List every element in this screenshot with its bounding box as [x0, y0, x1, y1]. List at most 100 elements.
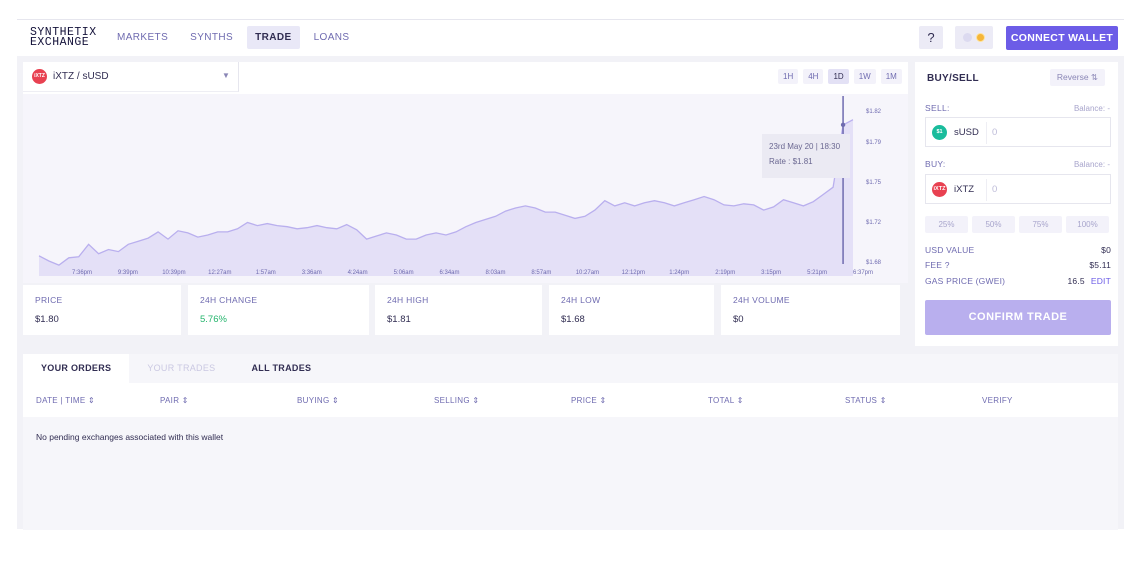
chart-cursor-dot — [840, 122, 846, 128]
synthetix-logo[interactable]: SYNTHETIX EXCHANGE — [30, 27, 97, 49]
x-tick-label: 1:24pm — [669, 270, 689, 276]
moon-icon — [963, 33, 972, 42]
period-4h-button[interactable]: 4H — [803, 69, 824, 84]
x-tick-label: 3:15pm — [761, 270, 781, 276]
stat-card-24h-low: 24H LOW $1.68 — [549, 285, 714, 335]
logo-line-2: EXCHANGE — [30, 36, 90, 49]
stat-card-24h-volume: 24H VOLUME $0 — [721, 285, 900, 335]
price-chart[interactable]: 7:36pm 9:39pm 10:39pm 12:27am 1:57am 3:36am 4:… — [23, 94, 908, 284]
stat-label-24h-volume: 24H VOLUME — [733, 295, 790, 305]
main-nav: MARKETS SYNTHS TRADE LOANS — [109, 26, 357, 49]
x-tick-label: 9:39pm — [118, 270, 138, 276]
x-tick-label: 5:21pm — [807, 270, 827, 276]
pct-25-button[interactable]: 25% — [925, 216, 968, 233]
orders-table-header: DATE | TIME ⇕ PAIR ⇕ BUYING ⇕ SELLING ⇕ … — [23, 383, 1118, 417]
orders-panel: YOUR ORDERS YOUR TRADES ALL TRADES DATE … — [23, 354, 1118, 530]
col-date-time[interactable]: DATE | TIME ⇕ — [36, 396, 95, 405]
orders-tabs: YOUR ORDERS YOUR TRADES ALL TRADES — [23, 354, 1118, 383]
pct-75-button[interactable]: 75% — [1019, 216, 1062, 233]
period-1w-button[interactable]: 1W — [853, 69, 876, 84]
y-tick-label: $1.68 — [866, 260, 882, 266]
x-tick-label: 1:57am — [256, 270, 276, 276]
x-tick-label: 4:24am — [348, 270, 368, 276]
sell-token-field[interactable]: $1 sUSD 0 — [925, 117, 1111, 147]
pair-label: iXTZ / sUSD — [53, 71, 109, 82]
ixtz-buy-token-icon: iXTZ — [932, 182, 947, 197]
buy-amount-input[interactable]: 0 — [992, 184, 997, 195]
x-tick-label: 10:39pm — [162, 270, 185, 276]
tab-all-trades[interactable]: ALL TRADES — [233, 354, 329, 383]
gas-edit-link[interactable]: EDIT — [1091, 276, 1111, 286]
x-tick-label: 8:03am — [485, 270, 505, 276]
stat-label-24h-change: 24H CHANGE — [200, 295, 258, 305]
col-total[interactable]: TOTAL ⇕ — [708, 396, 744, 405]
connect-wallet-button[interactable]: CONNECT WALLET — [1006, 26, 1118, 50]
buy-token-name[interactable]: iXTZ — [954, 184, 974, 195]
pair-selector[interactable]: iXTZ iXTZ / sUSD ▼ — [23, 62, 239, 92]
stat-value-price: $1.80 — [35, 314, 59, 325]
period-1h-button[interactable]: 1H — [778, 69, 799, 84]
stat-card-24h-change: 24H CHANGE 5.76% — [188, 285, 369, 335]
nav-loans[interactable]: LOANS — [306, 26, 358, 49]
buy-token-field[interactable]: iXTZ iXTZ 0 — [925, 174, 1111, 204]
nav-synths[interactable]: SYNTHS — [182, 26, 241, 49]
buy-label: BUY: — [925, 159, 946, 169]
nav-markets[interactable]: MARKETS — [109, 26, 176, 49]
empty-orders-message: No pending exchanges associated with thi… — [36, 432, 224, 442]
help-button[interactable]: ? — [919, 26, 943, 49]
stat-card-24h-high: 24H HIGH $1.81 — [375, 285, 542, 335]
sell-divider — [986, 122, 987, 144]
stat-label-24h-low: 24H LOW — [561, 295, 601, 305]
x-tick-label: 6:37pm — [853, 270, 873, 276]
tab-your-orders[interactable]: YOUR ORDERS — [23, 354, 130, 383]
price-area-fill — [39, 119, 853, 276]
period-1m-button[interactable]: 1M — [880, 69, 902, 84]
x-tick-label: 10:27am — [576, 270, 599, 276]
percentage-buttons: 25% 50% 75% 100% — [925, 216, 1109, 233]
fee-row: FEE ? $5.11 — [925, 260, 1111, 270]
sell-balance: Balance: - — [1073, 104, 1110, 113]
top-header: SYNTHETIX EXCHANGE MARKETS SYNTHS TRADE … — [17, 20, 1124, 56]
period-1d-button[interactable]: 1D — [828, 69, 849, 84]
reverse-button[interactable]: Reverse ⇅ — [1050, 69, 1105, 86]
x-tick-label: 8:57am — [531, 270, 551, 276]
tooltip-date: 23rd May 20 | 18:30 — [769, 142, 841, 151]
price-chart-svg: 7:36pm 9:39pm 10:39pm 12:27am 1:57am 3:36am 4:… — [38, 96, 882, 276]
sell-amount-input[interactable]: 0 — [992, 127, 997, 138]
tab-your-trades[interactable]: YOUR TRADES — [129, 354, 233, 383]
buy-divider — [986, 179, 987, 201]
stat-label-24h-high: 24H HIGH — [387, 295, 429, 305]
chevron-down-icon: ▼ — [222, 71, 230, 80]
sun-icon — [976, 33, 985, 42]
stat-value-24h-change: 5.76% — [200, 314, 227, 325]
pct-50-button[interactable]: 50% — [972, 216, 1015, 233]
nav-trade[interactable]: TRADE — [247, 26, 300, 49]
y-tick-label: $1.75 — [866, 180, 882, 186]
col-status[interactable]: STATUS ⇕ — [845, 396, 887, 405]
col-selling[interactable]: SELLING ⇕ — [434, 396, 479, 405]
x-tick-label: 3:36am — [302, 270, 322, 276]
sell-label: SELL: — [925, 103, 950, 113]
gas-price-label: GAS PRICE (GWEI) — [925, 276, 1006, 286]
stat-value-24h-high: $1.81 — [387, 314, 411, 325]
stat-label-price: PRICE — [35, 295, 63, 305]
pct-100-button[interactable]: 100% — [1066, 216, 1109, 233]
ixtz-token-icon: iXTZ — [32, 69, 47, 84]
x-tick-label: 5:06am — [394, 270, 414, 276]
x-tick-label: 6:34am — [439, 270, 459, 276]
col-buying[interactable]: BUYING ⇕ — [297, 396, 339, 405]
confirm-trade-button[interactable]: CONFIRM TRADE — [925, 300, 1111, 335]
stats-row: PRICE $1.80 24H CHANGE 5.76% 24H HIGH $1… — [23, 283, 908, 352]
stat-value-24h-low: $1.68 — [561, 314, 585, 325]
fee-label[interactable]: FEE ? — [925, 260, 950, 270]
col-pair[interactable]: PAIR ⇕ — [160, 396, 189, 405]
x-tick-label: 2:19pm — [715, 270, 735, 276]
col-verify: VERIFY — [982, 396, 1013, 405]
gas-price-value: 16.5 — [1067, 276, 1085, 286]
sell-token-name[interactable]: sUSD — [954, 127, 979, 138]
app-root: SYNTHETIX EXCHANGE MARKETS SYNTHS TRADE … — [17, 19, 1124, 530]
buy-sell-title: BUY/SELL — [927, 73, 979, 84]
theme-toggle[interactable] — [955, 26, 993, 49]
x-tick-label: 7:36pm — [72, 270, 92, 276]
col-price[interactable]: PRICE ⇕ — [571, 396, 606, 405]
